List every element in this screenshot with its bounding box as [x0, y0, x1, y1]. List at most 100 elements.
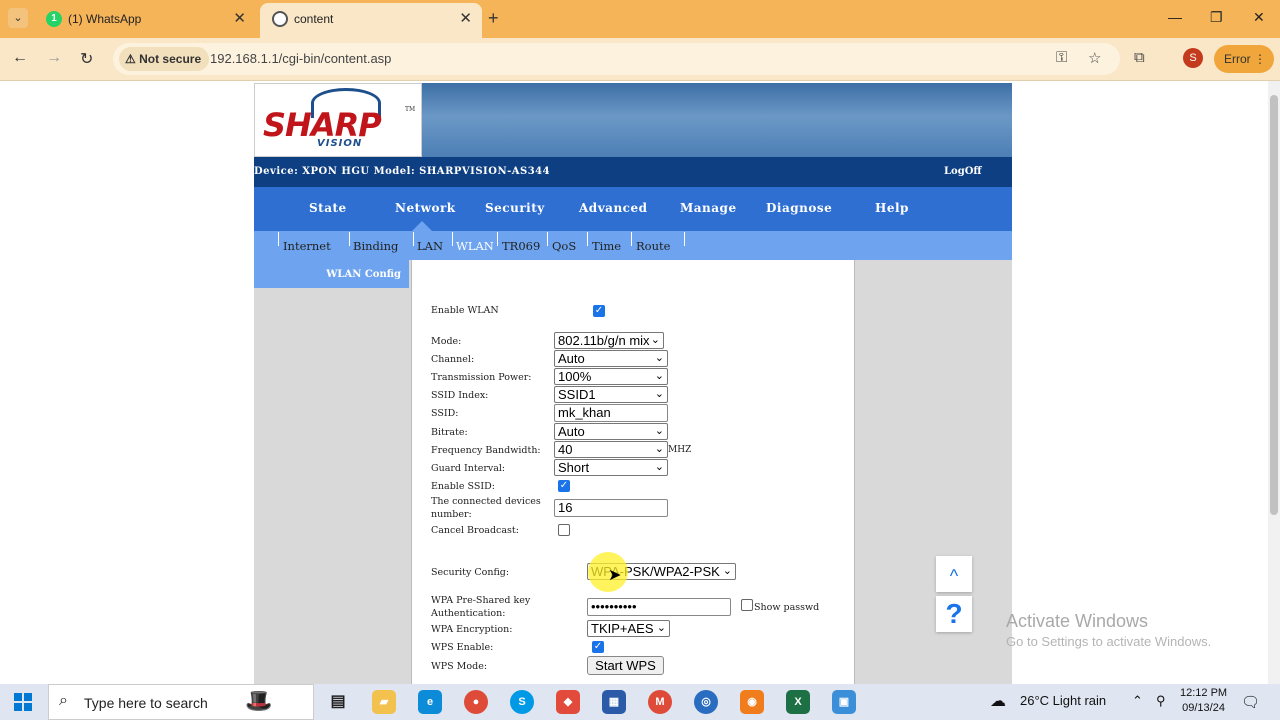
subnav-qos[interactable]: QoS	[552, 239, 576, 253]
close-tab-icon[interactable]: ✕	[459, 9, 472, 27]
enable-ssid-checkbox[interactable]: ✓	[558, 480, 570, 492]
search-placeholder: Type here to search	[84, 695, 208, 711]
windows-start-icon[interactable]	[14, 693, 32, 711]
taskbar-search[interactable]: ⌕ Type here to search 🎩	[48, 684, 314, 720]
wps-enable-checkbox[interactable]: ✓	[592, 641, 604, 653]
nav-security[interactable]: Security	[485, 201, 545, 215]
error-button[interactable]: Error ⋮	[1214, 45, 1274, 73]
guard-interval-select[interactable]: Short ⌄	[554, 459, 668, 476]
bitrate-label: Bitrate:	[431, 427, 468, 438]
start-wps-button[interactable]: Start WPS	[587, 656, 664, 675]
sidebar-heading[interactable]: WLAN Config	[254, 260, 409, 288]
excel-icon[interactable]: X	[786, 690, 810, 714]
guard-interval-label: Guard Interval:	[431, 463, 506, 474]
new-tab-icon[interactable]: +	[488, 8, 499, 29]
ssid-index-select[interactable]: SSID1 ⌄	[554, 386, 668, 403]
chevron-down-icon: ⌄	[654, 388, 664, 400]
password-key-icon[interactable]: ⚿	[1056, 49, 1067, 66]
help-button[interactable]: ?	[936, 596, 972, 632]
wlan-config-form: Enable WLAN ✓ Mode: 802.11b/g/n mix ⌄ Cha…	[411, 260, 855, 684]
encryption-value: TKIP+AES	[591, 621, 654, 636]
app-blue-icon[interactable]: ▣	[832, 690, 856, 714]
task-view-icon[interactable]: ▤	[326, 690, 350, 714]
encryption-label: WPA Encryption:	[431, 624, 513, 635]
subnav-tr069[interactable]: TR069	[502, 239, 540, 253]
ssid-index-value: SSID1	[558, 387, 596, 402]
scroll-top-button[interactable]: ^	[936, 556, 972, 592]
subnav-time[interactable]: Time	[592, 239, 621, 253]
chrome-icon[interactable]: ●	[464, 690, 488, 714]
divider	[278, 232, 279, 246]
encryption-select[interactable]: TKIP+AES ⌄	[587, 620, 670, 637]
file-explorer-icon[interactable]: ▰	[372, 690, 396, 714]
page-scrollbar[interactable]	[1268, 81, 1280, 684]
profile-avatar[interactable]: S	[1183, 48, 1203, 68]
subnav-route[interactable]: Route	[636, 239, 670, 253]
chevron-down-icon: ⌄	[654, 370, 664, 382]
edge-icon[interactable]: e	[418, 690, 442, 714]
app-orange-icon[interactable]: ◉	[740, 690, 764, 714]
channel-select[interactable]: Auto ⌄	[554, 350, 668, 367]
window-close-icon[interactable]: ✕	[1253, 9, 1265, 26]
device-bar: Device: XPON HGU Model: SHARPVISION-AS34…	[254, 157, 1012, 187]
chevron-down-icon: ⌄	[654, 425, 664, 437]
subnav-lan[interactable]: LAN	[417, 239, 443, 253]
nav-network[interactable]: Network	[395, 201, 456, 215]
skype-icon[interactable]: S	[510, 690, 534, 714]
network-app-icon[interactable]: ▦	[602, 690, 626, 714]
tab-title: (1) WhatsApp	[68, 12, 142, 26]
extensions-icon[interactable]: ⧉	[1134, 49, 1145, 66]
notification-icon[interactable]: 🗨	[1241, 693, 1260, 711]
minimize-icon[interactable]: —	[1168, 9, 1182, 25]
weather-icon[interactable]: ☁	[990, 691, 1006, 711]
devices-label-line2: number:	[431, 509, 472, 520]
bandwidth-value: 40	[558, 442, 573, 457]
enable-wlan-checkbox[interactable]: ✓	[593, 305, 605, 317]
bookmark-star-icon[interactable]: ☆	[1088, 49, 1101, 67]
tray-chevron-up-icon[interactable]: ⌃	[1132, 693, 1143, 709]
tab-title: content	[294, 12, 334, 26]
bandwidth-select[interactable]: 40 ⌄	[554, 441, 668, 458]
subnav-binding[interactable]: Binding	[353, 239, 398, 253]
cancel-broadcast-checkbox[interactable]	[558, 524, 570, 536]
reload-icon[interactable]: ↻	[80, 49, 93, 69]
connected-devices-input[interactable]: 16	[554, 499, 668, 517]
tx-power-label: Transmission Power:	[431, 372, 532, 383]
mode-select[interactable]: 802.11b/g/n mix ⌄	[554, 332, 664, 349]
bitrate-select[interactable]: Auto ⌄	[554, 423, 668, 440]
scrollbar-thumb[interactable]	[1270, 95, 1278, 515]
tx-power-select[interactable]: 100% ⌄	[554, 368, 668, 385]
active-nav-pointer	[412, 221, 432, 231]
nav-help[interactable]: Help	[875, 201, 909, 215]
anydesk-icon[interactable]: ◆	[556, 690, 580, 714]
tab-whatsapp[interactable]: 1 (1) WhatsApp ✕	[34, 3, 256, 38]
header-banner: SHARP VISION TM	[254, 83, 1012, 157]
nav-state[interactable]: State	[309, 201, 347, 215]
forward-icon[interactable]: →	[46, 49, 62, 67]
tab-content[interactable]: content ✕	[260, 3, 482, 38]
show-passwd-checkbox[interactable]	[741, 599, 753, 611]
app-swirl-icon[interactable]: ◎	[694, 690, 718, 714]
not-secure-chip[interactable]: ⚠ Not secure	[119, 47, 210, 71]
weather-text[interactable]: 26°C Light rain	[1020, 693, 1106, 708]
back-icon[interactable]: ←	[12, 49, 28, 67]
mode-value: 802.11b/g/n mix	[558, 333, 650, 348]
address-bar[interactable]: ⚠ Not secure 192.168.1.1/cgi-bin/content…	[113, 43, 1120, 75]
enable-wlan-label: Enable WLAN	[431, 305, 499, 316]
nav-manage[interactable]: Manage	[680, 201, 737, 215]
divider	[587, 232, 588, 246]
close-tab-icon[interactable]: ✕	[233, 9, 246, 27]
psk-password-input[interactable]: ••••••••••	[587, 598, 731, 616]
ssid-input[interactable]: mk_khan	[554, 404, 668, 422]
ssid-index-label: SSID Index:	[431, 390, 489, 401]
network-icon[interactable]: ⚲	[1156, 693, 1166, 709]
nav-advanced[interactable]: Advanced	[579, 201, 648, 215]
tab-search-icon[interactable]: ⌄	[8, 8, 28, 28]
restore-icon[interactable]: ❐	[1210, 9, 1223, 26]
logoff-link[interactable]: LogOff	[944, 166, 982, 177]
subnav-wlan[interactable]: WLAN	[456, 239, 494, 253]
chrome-profile-icon[interactable]: M	[648, 690, 672, 714]
taskbar-clock[interactable]: 12:12 PM 09/13/24	[1180, 686, 1227, 716]
subnav-internet[interactable]: Internet	[283, 239, 331, 253]
nav-diagnose[interactable]: Diagnose	[766, 201, 832, 215]
